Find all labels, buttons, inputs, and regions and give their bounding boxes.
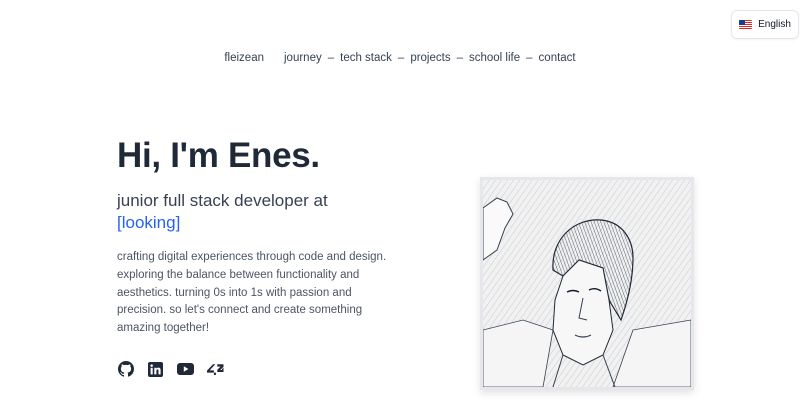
- nav-brand-link[interactable]: fleizean: [224, 52, 264, 64]
- top-nav: fleizean journey – tech stack – projects…: [0, 52, 800, 64]
- nav-item-school-life[interactable]: school life: [469, 52, 520, 64]
- hero-description: crafting digital experiences through cod…: [117, 251, 387, 335]
- nav-separator: –: [526, 52, 533, 64]
- portrait-sketch-image: [480, 177, 694, 390]
- hero-highlight-text: [looking]: [117, 213, 181, 232]
- nav-item-tech-stack[interactable]: tech stack: [340, 52, 392, 64]
- hero-subtitle: junior full stack developer at [looking]: [117, 190, 328, 234]
- linkedin-icon[interactable]: [147, 361, 164, 377]
- nav-item-contact[interactable]: contact: [539, 52, 576, 64]
- github-icon[interactable]: [117, 361, 134, 377]
- nav-item-projects[interactable]: projects: [410, 52, 450, 64]
- language-switcher-button[interactable]: English: [731, 10, 799, 39]
- nav-separator: –: [327, 52, 335, 64]
- nav-separator: –: [456, 52, 463, 64]
- language-label: English: [758, 19, 791, 30]
- hero-title: Hi, I'm Enes.: [117, 136, 320, 175]
- page: English fleizean journey – tech stack – …: [0, 0, 800, 400]
- 42-icon[interactable]: [207, 361, 224, 377]
- hero-role-text: junior full stack developer at: [117, 191, 328, 210]
- nav-separator: –: [397, 52, 405, 64]
- youtube-icon[interactable]: [177, 361, 194, 377]
- social-links: [117, 361, 224, 377]
- nav-item-journey[interactable]: journey: [284, 52, 322, 64]
- us-flag-icon: [739, 20, 753, 29]
